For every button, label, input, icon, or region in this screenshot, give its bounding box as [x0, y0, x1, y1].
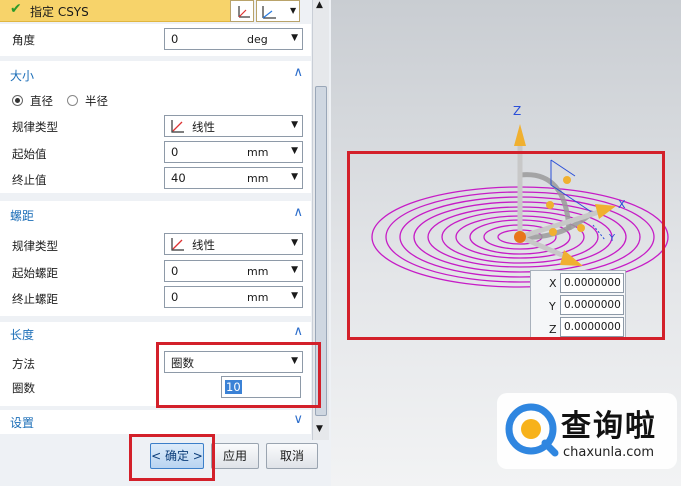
chevron-down-icon: ▼ [291, 172, 298, 182]
size-start-unit: mm [247, 146, 269, 159]
chevron-down-icon: ∨ [293, 412, 303, 427]
pitch-end-input[interactable]: 0 mm ▼ [164, 286, 303, 308]
pitch-section: 螺距 ∧ 规律类型 线性 ▼ 起始螺距 0 mm ▼ 终止螺距 0 mm ▼ [0, 201, 311, 316]
cancel-button[interactable]: 取消 [266, 443, 318, 469]
turns-label: 圈数 [12, 381, 35, 395]
length-method-label: 方法 [12, 357, 35, 371]
size-end-value: 40 [171, 171, 186, 185]
pitch-end-label: 终止螺距 [12, 292, 58, 306]
size-section: 大小 ∧ 直径 半径 规律类型 线性 ▼ 起始值 0 mm ▼ 终止值 40 m… [0, 61, 311, 193]
csys-axes-icon [262, 6, 276, 19]
scroll-up-icon[interactable]: ▲ [316, 0, 323, 10]
chevron-down-icon: ▼ [291, 291, 298, 301]
chevron-down-icon: ▼ [291, 146, 298, 156]
size-start-input[interactable]: 0 mm ▼ [164, 141, 303, 163]
search-logo-icon [505, 403, 559, 457]
chevron-up-icon[interactable]: ∧ [293, 324, 303, 339]
diameter-label: 直径 [30, 94, 53, 108]
size-start-label: 起始值 [12, 147, 47, 161]
pitch-end-unit: mm [247, 291, 269, 304]
size-section-title: 大小 [10, 69, 35, 83]
angle-label: 角度 [12, 33, 35, 47]
z-axis-label: Z [513, 104, 522, 118]
highlight-ok-box [129, 434, 215, 481]
chevron-down-icon: ▼ [290, 6, 297, 15]
length-section-title: 长度 [10, 328, 35, 342]
scroll-down-icon[interactable]: ▼ [316, 424, 323, 434]
csys-type-dropdown[interactable]: ▼ [256, 0, 300, 22]
pitch-law-type-select[interactable]: 线性 ▼ [164, 233, 303, 255]
pitch-start-unit: mm [247, 265, 269, 278]
helix-dialog: ✔ 指定 CSYS ▼ 角度 0 deg ▼ 大小 ∧ 直径 半径 规律类型 线… [0, 0, 331, 486]
chevron-down-icon: ▼ [291, 265, 298, 275]
settings-section-title: 设置 [10, 416, 35, 430]
size-law-type-select[interactable]: 线性 ▼ [164, 115, 303, 137]
highlight-length-box [156, 342, 321, 408]
chevron-down-icon: ▼ [291, 238, 298, 248]
settings-section[interactable]: 设置 ∨ [0, 410, 311, 434]
angle-input[interactable]: 0 deg ▼ [164, 28, 303, 50]
pitch-law-type-value: 线性 [192, 238, 215, 252]
chevron-down-icon: ▼ [291, 33, 298, 43]
chevron-up-icon[interactable]: ∧ [293, 65, 303, 80]
size-end-input[interactable]: 40 mm ▼ [164, 167, 303, 189]
csys-dialog-button[interactable] [230, 0, 254, 22]
csys-dialog-icon [238, 6, 250, 18]
size-end-label: 终止值 [12, 173, 47, 187]
angle-card: 角度 0 deg ▼ [0, 24, 311, 56]
size-start-value: 0 [171, 145, 179, 159]
pitch-end-value: 0 [171, 290, 179, 304]
watermark: 查询啦 chaxunla.com [497, 393, 677, 469]
radius-radio[interactable] [67, 95, 78, 106]
angle-value: 0 [171, 32, 179, 46]
diameter-radio[interactable] [12, 95, 23, 106]
angle-unit: deg [247, 33, 268, 46]
pitch-start-input[interactable]: 0 mm ▼ [164, 260, 303, 282]
chevron-up-icon[interactable]: ∧ [293, 205, 303, 220]
watermark-brand: 查询啦 [561, 409, 657, 444]
pitch-start-value: 0 [171, 264, 179, 278]
linear-law-icon [171, 238, 184, 251]
pitch-law-type-label: 规律类型 [12, 239, 58, 253]
specify-csys-label: 指定 CSYS [30, 5, 89, 19]
pitch-section-title: 螺距 [10, 209, 35, 223]
size-law-type-value: 线性 [192, 120, 215, 134]
check-icon: ✔ [10, 1, 22, 17]
watermark-domain: chaxunla.com [563, 445, 654, 460]
highlight-viewport-box [347, 151, 665, 340]
size-law-type-label: 规律类型 [12, 120, 58, 134]
radius-label: 半径 [85, 94, 108, 108]
specify-csys-row[interactable]: ✔ 指定 CSYS [0, 0, 230, 22]
linear-law-icon [171, 120, 184, 133]
pitch-start-label: 起始螺距 [12, 266, 58, 280]
chevron-down-icon: ▼ [291, 120, 298, 130]
apply-button[interactable]: 应用 [211, 443, 259, 469]
size-end-unit: mm [247, 172, 269, 185]
